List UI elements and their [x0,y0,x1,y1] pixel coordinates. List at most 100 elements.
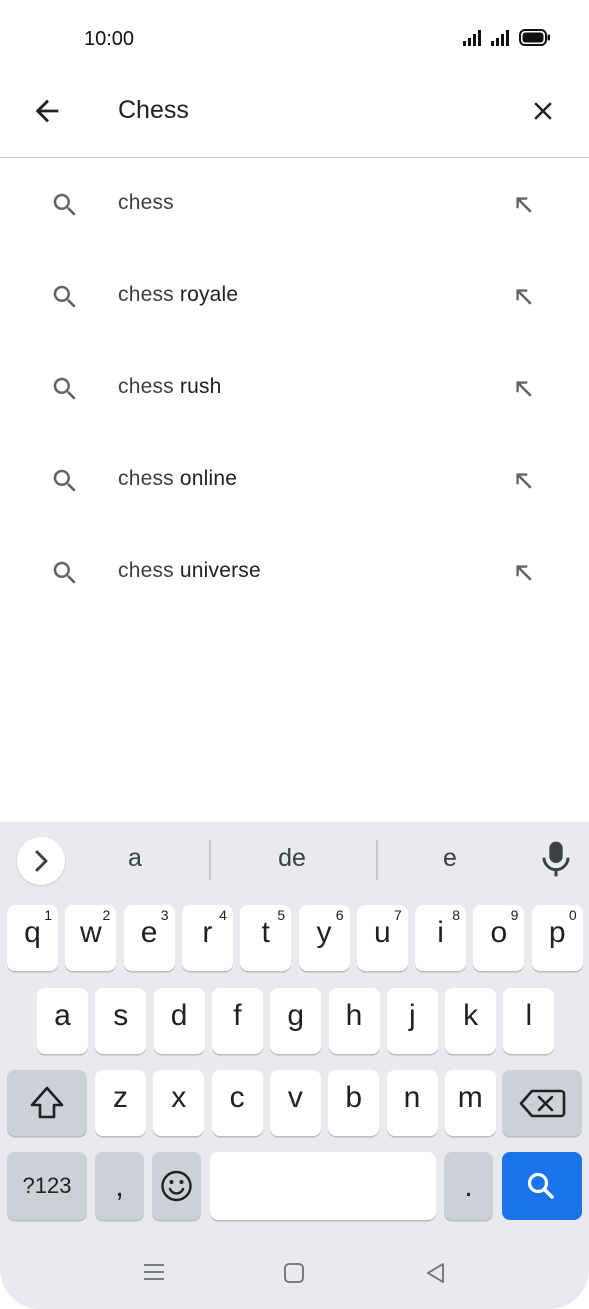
key-label: c [229,1081,245,1114]
home-icon[interactable] [283,1262,305,1284]
emoji-icon [161,1170,192,1202]
key-label: a [54,999,71,1032]
search-bar: Chess [0,80,589,158]
search-icon [53,285,76,308]
status-bar: 10:00 [0,0,589,80]
key-label: n [403,1081,421,1114]
space-key[interactable] [210,1152,436,1220]
chevron-right-icon [35,850,48,872]
search-icon [527,1172,554,1199]
key-label: h [345,999,363,1032]
fill-query-arrow-icon[interactable] [511,560,537,586]
shift-key[interactable] [7,1070,87,1136]
navigation-bar [0,1236,589,1309]
key-m[interactable]: m [444,1070,496,1136]
key-y[interactable]: y6 [298,905,350,971]
battery-icon [519,29,550,46]
fill-query-arrow-icon[interactable] [511,284,537,310]
key-hint: 5 [277,907,286,923]
key-label: l [525,999,533,1032]
suggestion-text: chess universe [118,559,261,582]
key-p[interactable]: p0 [531,905,583,971]
key-t[interactable]: t5 [240,905,292,971]
key-label: m [457,1081,483,1114]
key-label: s [113,999,129,1032]
key-u[interactable]: u7 [356,905,408,971]
keyboard: a de e q1w2e3r4t5y6u7i8o9p0 asdfghjkl zx… [0,822,589,1309]
key-hint: 2 [102,907,111,923]
fill-query-arrow-icon[interactable] [511,376,537,402]
key-hint: 9 [510,907,519,923]
divider [376,840,378,880]
key-hint: 1 [44,907,52,923]
key-j[interactable]: j [386,988,438,1054]
key-i[interactable]: i8 [415,905,467,971]
comma-key[interactable]: , [95,1152,144,1220]
key-k[interactable]: k [445,988,497,1054]
arrow-back-icon[interactable] [30,94,64,128]
key-g[interactable]: g [270,988,322,1054]
menu-icon[interactable] [142,1262,166,1282]
key-f[interactable]: f [211,988,263,1054]
suggestion-text: chess royale [118,283,239,306]
key-a[interactable]: a [37,988,88,1054]
suggestion-item[interactable]: chess online [0,433,589,525]
key-q[interactable]: q1 [7,905,58,971]
suggestion-text: chess rush [118,375,222,398]
shift-icon [30,1086,64,1119]
key-l[interactable]: l [503,988,555,1054]
key-n[interactable]: n [386,1070,438,1136]
backspace-key[interactable] [502,1070,582,1136]
key-o[interactable]: o9 [473,905,525,971]
emoji-key[interactable] [152,1152,201,1220]
word-suggestion[interactable]: a [75,844,195,873]
search-icon [53,561,76,584]
microphone-icon[interactable] [540,840,572,878]
close-icon[interactable] [528,96,558,126]
key-hint: 4 [219,907,227,923]
key-z[interactable]: z [95,1070,146,1136]
key-hint: 8 [452,907,461,923]
symbols-key[interactable]: ?123 [7,1152,87,1220]
key-label: z [113,1081,128,1114]
key-e[interactable]: e3 [123,905,175,971]
key-hint: 0 [568,907,577,923]
suggestion-item[interactable]: chess universe [0,525,589,617]
suggestion-text: chess online [118,467,238,490]
key-x[interactable]: x [153,1070,205,1136]
key-s[interactable]: s [95,988,147,1054]
key-label: v [287,1081,303,1114]
search-input[interactable]: Chess [118,96,189,125]
fill-query-arrow-icon[interactable] [511,468,537,494]
suggestion-item[interactable]: chess [0,157,589,249]
key-label: b [345,1081,363,1114]
key-hint: 7 [394,907,402,923]
keyboard-suggestion-bar: a de e [0,822,589,898]
suggestion-text: chess [118,191,174,214]
key-label: x [171,1081,187,1114]
key-label: j [408,999,416,1032]
word-suggestion[interactable]: e [390,844,510,873]
search-icon [53,193,76,216]
back-icon[interactable] [424,1261,446,1285]
period-key[interactable]: . [444,1152,493,1220]
key-d[interactable]: d [153,988,205,1054]
key-b[interactable]: b [328,1070,380,1136]
word-suggestion[interactable]: de [232,844,352,873]
key-r[interactable]: r4 [181,905,233,971]
key-hint: 6 [335,907,344,923]
search-key[interactable] [502,1152,582,1220]
key-label: d [170,999,188,1032]
status-time: 10:00 [84,28,135,50]
key-w[interactable]: w2 [65,905,117,971]
key-hint: 3 [160,907,169,923]
key-v[interactable]: v [269,1070,321,1136]
suggestion-item[interactable]: chess royale [0,249,589,341]
key-label: g [287,999,305,1032]
fill-query-arrow-icon[interactable] [511,192,537,218]
suggestion-item[interactable]: chess rush [0,341,589,433]
key-c[interactable]: c [211,1070,263,1136]
expand-toolbar-button[interactable] [17,837,65,885]
search-icon [53,377,76,400]
key-h[interactable]: h [328,988,380,1054]
